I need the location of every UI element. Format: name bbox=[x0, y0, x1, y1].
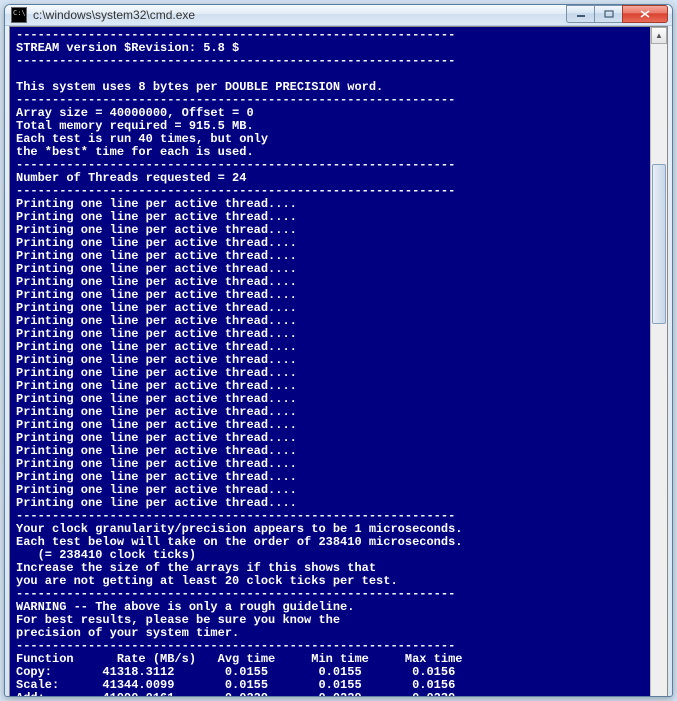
scroll-up-button[interactable]: ▲ bbox=[651, 27, 667, 44]
cmd-window: c:\windows\system32\cmd.exe ------------… bbox=[4, 4, 673, 697]
titlebar[interactable]: c:\windows\system32\cmd.exe bbox=[5, 5, 672, 26]
chevron-up-icon: ▲ bbox=[655, 31, 663, 40]
window-buttons bbox=[566, 5, 668, 25]
console-output[interactable]: ----------------------------------------… bbox=[10, 27, 650, 697]
window-title: c:\windows\system32\cmd.exe bbox=[33, 8, 566, 22]
vertical-scrollbar[interactable]: ▲ ▼ bbox=[650, 27, 667, 697]
maximize-icon bbox=[604, 10, 614, 18]
scroll-thumb[interactable] bbox=[652, 164, 666, 324]
close-icon bbox=[640, 10, 650, 18]
minimize-button[interactable] bbox=[566, 5, 594, 23]
client-area: ----------------------------------------… bbox=[9, 26, 668, 697]
close-button[interactable] bbox=[622, 5, 668, 23]
cmd-icon bbox=[11, 7, 27, 23]
scroll-track[interactable] bbox=[651, 44, 667, 697]
maximize-button[interactable] bbox=[594, 5, 622, 23]
minimize-icon bbox=[576, 10, 586, 18]
